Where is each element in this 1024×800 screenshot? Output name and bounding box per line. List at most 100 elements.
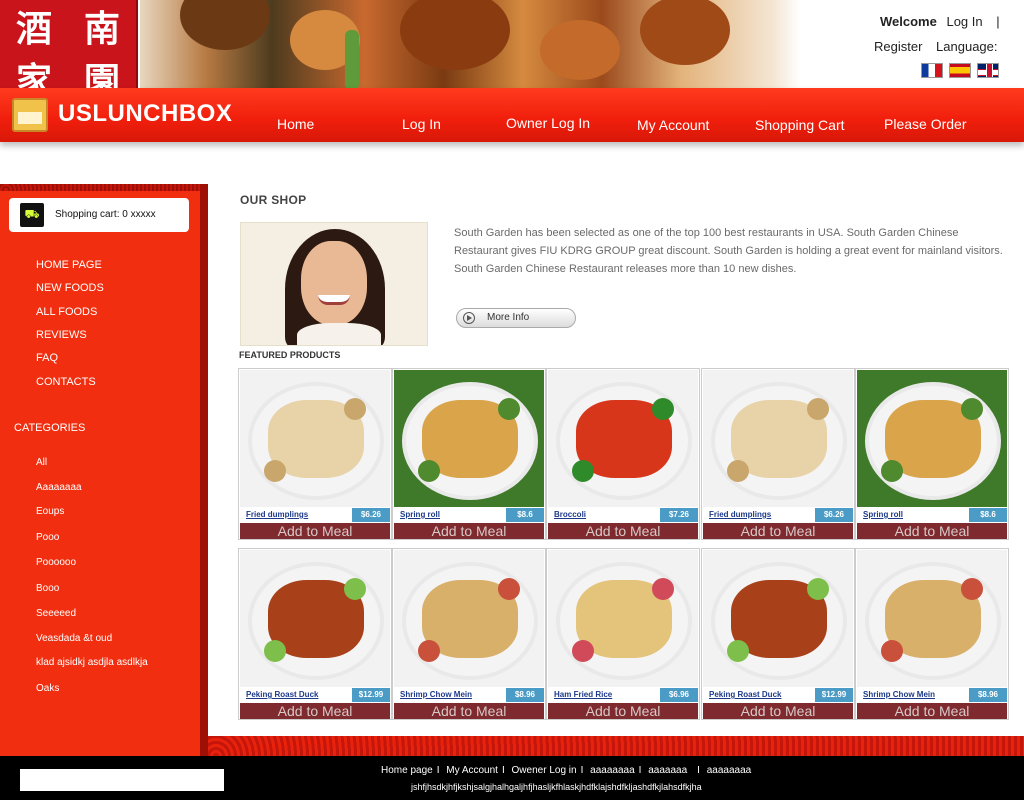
category-seeeeed[interactable]: Seeeeed	[36, 608, 76, 619]
add-to-meal-button[interactable]: Add to Meal	[703, 523, 853, 539]
category-booo[interactable]: Booo	[36, 583, 59, 594]
language-flags	[921, 63, 999, 78]
sidebar-link-new-foods[interactable]: NEW FOODS	[36, 282, 104, 294]
product-image[interactable]	[548, 550, 698, 687]
category-aaaaaaaa[interactable]: Aaaaaaaa	[36, 482, 82, 493]
header-login-link[interactable]: Log In	[946, 14, 982, 29]
product-card[interactable]: Fried dumplings $6.26 Add to Meal	[238, 368, 392, 540]
flag-france-icon[interactable]	[921, 63, 943, 78]
add-to-meal-button[interactable]: Add to Meal	[394, 523, 544, 539]
product-name-link[interactable]: Spring roll	[400, 510, 440, 519]
product-image[interactable]	[703, 370, 853, 507]
product-image[interactable]	[394, 370, 544, 507]
add-to-meal-button[interactable]: Add to Meal	[703, 703, 853, 719]
sidebar-link-home-page[interactable]: HOME PAGE	[36, 259, 102, 271]
category-klad[interactable]: klad ajsidkj asdjla asdlkja	[36, 657, 148, 668]
product-image[interactable]	[857, 550, 1007, 687]
product-name-link[interactable]: Peking Roast Duck	[709, 690, 781, 699]
product-price: $8.6	[506, 508, 544, 522]
add-to-meal-button[interactable]: Add to Meal	[548, 523, 698, 539]
footer-link-my-account[interactable]: My Account	[446, 765, 498, 776]
categories-heading: CATEGORIES	[14, 422, 86, 434]
restaurant-logo[interactable]: 酒 南 家 園	[0, 0, 138, 102]
nav-please-order[interactable]: Please Order	[884, 116, 966, 132]
product-price: $6.96	[660, 688, 698, 702]
sidebar-link-contacts[interactable]: CONTACTS	[36, 376, 96, 388]
nav-home[interactable]: Home	[277, 116, 314, 132]
product-price: $8.96	[969, 688, 1007, 702]
product-price-row: Fried dumplings $6.26	[240, 508, 390, 522]
product-card[interactable]: Peking Roast Duck $12.99 Add to Meal	[238, 548, 392, 720]
footer-link-aaaaaaa[interactable]: aaaaaaa	[648, 765, 687, 776]
product-card[interactable]: Peking Roast Duck $12.99 Add to Meal	[701, 548, 855, 720]
nav-shopping-cart[interactable]: Shopping Cart	[755, 117, 845, 133]
product-name-link[interactable]: Peking Roast Duck	[246, 690, 318, 699]
add-to-meal-button[interactable]: Add to Meal	[857, 523, 1007, 539]
product-price: $12.99	[352, 688, 390, 702]
banner-food-photo	[140, 0, 800, 88]
product-price-row: Shrimp Chow Mein $8.96	[394, 688, 544, 702]
nav-log-in[interactable]: Log In	[402, 116, 441, 132]
product-image[interactable]	[394, 550, 544, 687]
product-image[interactable]	[240, 370, 390, 507]
footer-note: jshfjhsdkjhfjkshjsalgjhalhgaljhfjhasljkf…	[411, 782, 702, 792]
header-separator: |	[996, 14, 1000, 29]
product-image[interactable]	[703, 550, 853, 687]
product-image[interactable]	[240, 550, 390, 687]
product-name-link[interactable]: Spring roll	[863, 510, 903, 519]
lunchbox-icon	[12, 98, 48, 132]
category-eoups[interactable]: Eoups	[36, 506, 64, 517]
footer-links: Home page I My Account I Owener Log in I aa…	[381, 765, 752, 776]
add-to-meal-button[interactable]: Add to Meal	[240, 523, 390, 539]
product-price-row: Spring roll $8.6	[394, 508, 544, 522]
add-to-meal-button[interactable]: Add to Meal	[548, 703, 698, 719]
add-to-meal-button[interactable]: Add to Meal	[394, 703, 544, 719]
brand-name[interactable]: USLUNCHBOX	[58, 100, 232, 128]
product-name-link[interactable]: Fried dumplings	[246, 510, 308, 519]
product-image[interactable]	[548, 370, 698, 507]
product-name-link[interactable]: Broccoli	[554, 510, 586, 519]
shopping-cart-widget[interactable]: ⛟ Shopping cart: 0 xxxxx	[9, 198, 189, 232]
footer-link-owner-login[interactable]: Owener Log in	[512, 765, 577, 776]
footer-link-aaaaaaaa-2[interactable]: aaaaaaaa	[707, 765, 752, 776]
product-price-row: Broccoli $7.26	[548, 508, 698, 522]
add-to-meal-button[interactable]: Add to Meal	[240, 703, 390, 719]
category-poooooo[interactable]: Poooooo	[36, 557, 76, 568]
flag-spain-icon[interactable]	[949, 63, 971, 78]
nav-my-account[interactable]: My Account	[637, 117, 709, 133]
product-name-link[interactable]: Shrimp Chow Mein	[400, 690, 472, 699]
product-card[interactable]: Ham Fried Rice $6.96 Add to Meal	[546, 548, 700, 720]
footer-link-home-page[interactable]: Home page	[381, 765, 433, 776]
category-oaks[interactable]: Oaks	[36, 683, 59, 694]
product-card[interactable]: Shrimp Chow Mein $8.96 Add to Meal	[855, 548, 1009, 720]
nav-owner-log-in[interactable]: Owner Log In	[506, 115, 590, 131]
sidebar-link-all-foods[interactable]: ALL FOODS	[36, 306, 97, 318]
cart-icon: ⛟	[20, 203, 44, 227]
footer-input[interactable]	[20, 769, 224, 791]
product-image[interactable]	[857, 370, 1007, 507]
add-to-meal-button[interactable]: Add to Meal	[857, 703, 1007, 719]
register-link[interactable]: Register	[874, 39, 922, 54]
sidebar-link-reviews[interactable]: REVIEWS	[36, 329, 87, 341]
product-name-link[interactable]: Shrimp Chow Mein	[863, 690, 935, 699]
category-veasdada[interactable]: Veasdada &t oud	[36, 633, 112, 644]
product-card[interactable]: Broccoli $7.26 Add to Meal	[546, 368, 700, 540]
product-name-link[interactable]: Ham Fried Rice	[554, 690, 612, 699]
register-line: Register Language:	[874, 39, 998, 54]
footer-link-aaaaaaaa-1[interactable]: aaaaaaaa	[590, 765, 635, 776]
play-icon	[463, 312, 475, 324]
product-card[interactable]: Spring roll $8.6 Add to Meal	[855, 368, 1009, 540]
product-price: $7.26	[660, 508, 698, 522]
welcome-text: Welcome	[880, 14, 937, 29]
category-pooo[interactable]: Pooo	[36, 532, 59, 543]
product-price-row: Shrimp Chow Mein $8.96	[857, 688, 1007, 702]
product-card[interactable]: Fried dumplings $6.26 Add to Meal	[701, 368, 855, 540]
more-info-button[interactable]: More Info	[456, 308, 576, 328]
category-all[interactable]: All	[36, 457, 47, 468]
flag-uk-icon[interactable]	[977, 63, 999, 78]
product-price-row: Spring roll $8.6	[857, 508, 1007, 522]
product-card[interactable]: Spring roll $8.6 Add to Meal	[392, 368, 546, 540]
product-card[interactable]: Shrimp Chow Mein $8.96 Add to Meal	[392, 548, 546, 720]
sidebar-link-faq[interactable]: FAQ	[36, 352, 58, 364]
product-name-link[interactable]: Fried dumplings	[709, 510, 771, 519]
